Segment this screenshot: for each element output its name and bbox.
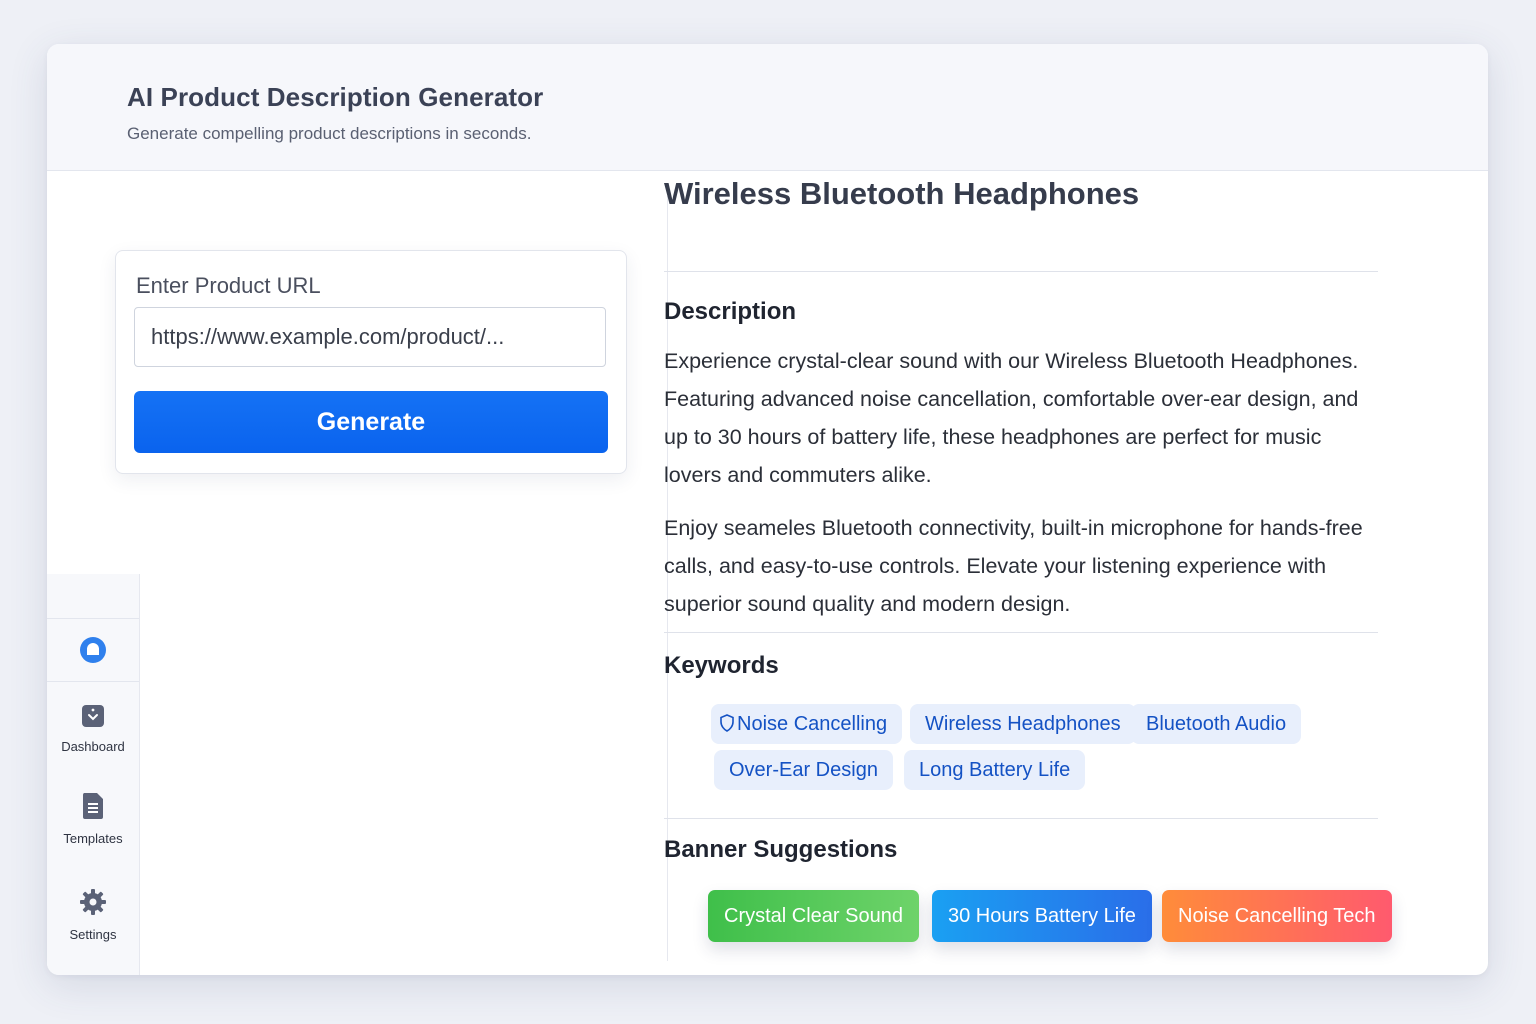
results-pane: Wireless Bluetooth Headphones Descriptio… — [47, 44, 1488, 975]
keyword-label: Noise Cancelling — [737, 713, 888, 735]
banner-suggestion[interactable]: Crystal Clear Sound — [708, 890, 919, 942]
description-paragraph-2: Enjoy seameles Bluetooth connectivity, b… — [664, 516, 1363, 616]
keyword-label: Wireless Headphones — [925, 713, 1121, 735]
app-window: AI Product Description Generator Generat… — [47, 44, 1488, 975]
keywords-heading: Keywords — [664, 652, 779, 679]
keyword-label: Long Battery Life — [919, 759, 1071, 781]
keyword-chip[interactable]: Noise Cancelling — [711, 704, 903, 744]
keyword-chip[interactable]: Wireless Headphones — [910, 704, 1136, 744]
banner-suggestions-heading: Banner Suggestions — [664, 836, 898, 863]
product-title: Wireless Bluetooth Headphones — [664, 176, 1140, 211]
description-paragraph-1: Experience crystal-clear sound with our … — [664, 349, 1359, 487]
keyword-label: Bluetooth Audio — [1146, 713, 1287, 735]
keyword-chip[interactable]: Long Battery Life — [904, 750, 1086, 790]
shield-icon — [720, 714, 734, 732]
banner-suggestion[interactable]: 30 Hours Battery Life — [932, 890, 1152, 942]
keyword-chip[interactable]: Bluetooth Audio — [1131, 704, 1302, 744]
keyword-label: Over-Ear Design — [729, 759, 878, 781]
keyword-chip[interactable]: Over-Ear Design — [714, 750, 893, 790]
divider — [664, 632, 1378, 633]
divider — [664, 271, 1378, 272]
description-heading: Description — [664, 298, 797, 325]
banner-suggestion[interactable]: Noise Cancelling Tech — [1162, 890, 1392, 942]
divider — [664, 818, 1378, 819]
